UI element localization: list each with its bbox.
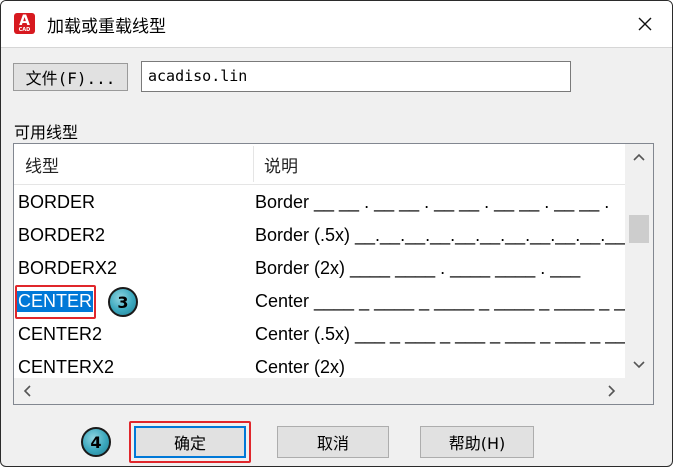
list-row-center-selected[interactable]: CENTER Center ____ _ ____ _ ____ _ ____ …: [14, 285, 653, 318]
scroll-down-arrow[interactable]: [625, 354, 653, 376]
row-name: BORDERX2: [18, 258, 118, 278]
scroll-right-arrow[interactable]: [601, 380, 623, 402]
scroll-left-arrow[interactable]: [16, 380, 38, 402]
row-description: Border __ __ . __ __ . __ __ . __ __ . _…: [255, 192, 610, 212]
row-description: Border (.5x) __.__.__.__.__.__.__.__.__.…: [255, 225, 631, 245]
row-description: Border (2x) ____ ____ . ____ ____ . ___: [255, 258, 581, 278]
ok-button[interactable]: 确定: [134, 426, 246, 458]
list-row-borderx2[interactable]: BORDERX2 Border (2x) ____ ____ . ____ __…: [14, 252, 625, 285]
linetype-list[interactable]: 线型 说明 BORDER Border __ __ . __ __ . __ _…: [13, 143, 654, 405]
column-header-description[interactable]: 说明: [264, 152, 298, 177]
cancel-button[interactable]: 取消: [277, 426, 389, 458]
title-bar: A CAD 加载或重载线型: [1, 1, 672, 48]
chevron-down-icon: [633, 361, 645, 369]
list-header: 线型 说明: [14, 144, 625, 185]
row-name: BORDER: [18, 192, 96, 212]
help-button[interactable]: 帮助(H): [420, 426, 534, 458]
chevron-left-icon: [23, 385, 31, 397]
list-row-border2[interactable]: BORDER2 Border (.5x) __.__.__.__.__.__._…: [14, 219, 630, 252]
available-linetypes-label: 可用线型: [14, 123, 79, 142]
row-name: BORDER2: [18, 225, 106, 245]
dialog-window: A CAD 加载或重载线型 文件(F)... acadiso.lin 可用线型 …: [0, 0, 673, 467]
row-name: CENTER2: [18, 324, 103, 344]
row-description: Center ____ _ ____ _ ____ _ ____ _ ____ …: [255, 291, 654, 311]
close-icon: [638, 17, 652, 31]
column-header-linetype[interactable]: 线型: [25, 152, 59, 177]
vertical-scroll-thumb[interactable]: [629, 215, 649, 243]
scrollbar-corner: [625, 378, 653, 404]
file-button[interactable]: 文件(F)...: [13, 63, 128, 91]
chevron-up-icon: [633, 153, 645, 161]
chevron-right-icon: [608, 385, 616, 397]
list-row-border[interactable]: BORDER Border __ __ . __ __ . __ __ . __…: [14, 186, 625, 219]
file-path-field[interactable]: acadiso.lin: [141, 61, 571, 92]
callout-badge-4: 4: [81, 427, 111, 457]
autocad-app-icon: A CAD: [14, 13, 35, 34]
row-name: CENTERX2: [18, 357, 115, 377]
vertical-scrollbar[interactable]: [625, 144, 653, 378]
highlight-box-center: [15, 285, 96, 319]
row-description: Center (2x): [255, 357, 346, 377]
close-button[interactable]: [626, 6, 664, 42]
callout-badge-3: 3: [108, 287, 138, 317]
scroll-up-arrow[interactable]: [625, 146, 653, 168]
dialog-title: 加载或重载线型: [47, 17, 166, 37]
column-separator: [253, 146, 254, 182]
app-icon-caption: CAD: [18, 27, 31, 33]
horizontal-scrollbar[interactable]: [14, 378, 625, 404]
list-row-center2[interactable]: CENTER2 Center (.5x) ___ _ ___ _ ___ _ _…: [14, 318, 635, 351]
row-description: Center (.5x) ___ _ ___ _ ___ _ ___ _ ___…: [255, 324, 636, 344]
